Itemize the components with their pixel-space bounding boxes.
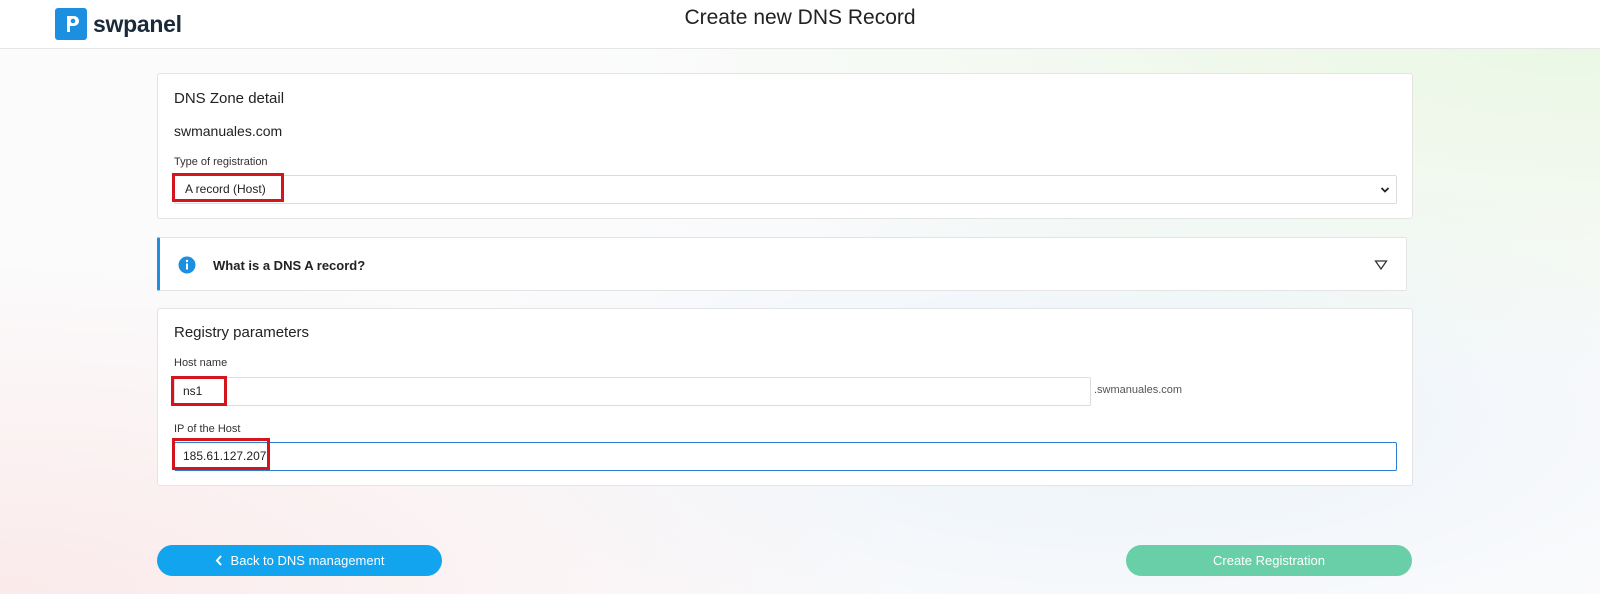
dns-a-record-info-accordion[interactable]: What is a DNS A record?: [157, 237, 1407, 291]
create-button-label: Create Registration: [1213, 553, 1325, 568]
page-title: Create new DNS Record: [684, 6, 916, 29]
ip-of-host-input[interactable]: 185.61.127.207: [174, 442, 1397, 471]
type-of-registration-select[interactable]: A record (Host): [174, 175, 1397, 204]
back-button-label: Back to DNS management: [230, 553, 385, 568]
host-name-label: Host name: [174, 357, 228, 369]
registry-parameters-card: Registry parameters Host name ns1 .swman…: [157, 308, 1413, 486]
ip-of-host-label: IP of the Host: [174, 423, 241, 435]
host-name-suffix: .swmanuales.com: [1094, 384, 1183, 396]
dns-zone-detail-title: DNS Zone detail: [174, 90, 285, 107]
type-of-registration-label: Type of registration: [174, 156, 268, 168]
triangle-down-icon[interactable]: [1374, 259, 1388, 271]
chevron-down-icon: [1380, 187, 1390, 193]
dns-zone-detail-card: DNS Zone detail swmanuales.com Type of r…: [157, 73, 1413, 219]
create-registration-button[interactable]: Create Registration: [1126, 545, 1412, 576]
type-of-registration-value: A record (Host): [185, 182, 266, 196]
zone-name: swmanuales.com: [174, 123, 283, 139]
back-to-dns-management-button[interactable]: Back to DNS management: [157, 545, 442, 576]
top-bar: swpanel Create new DNS Record: [0, 0, 1600, 49]
host-name-value: ns1: [183, 384, 203, 398]
text-caret: [267, 449, 269, 464]
host-name-input[interactable]: ns1: [174, 377, 1091, 406]
chevron-left-icon: [215, 555, 222, 566]
info-icon: [178, 256, 196, 274]
registry-parameters-title: Registry parameters: [174, 324, 310, 341]
dns-a-record-info-text: What is a DNS A record?: [213, 258, 366, 273]
ip-of-host-value: 185.61.127.207: [183, 449, 267, 463]
